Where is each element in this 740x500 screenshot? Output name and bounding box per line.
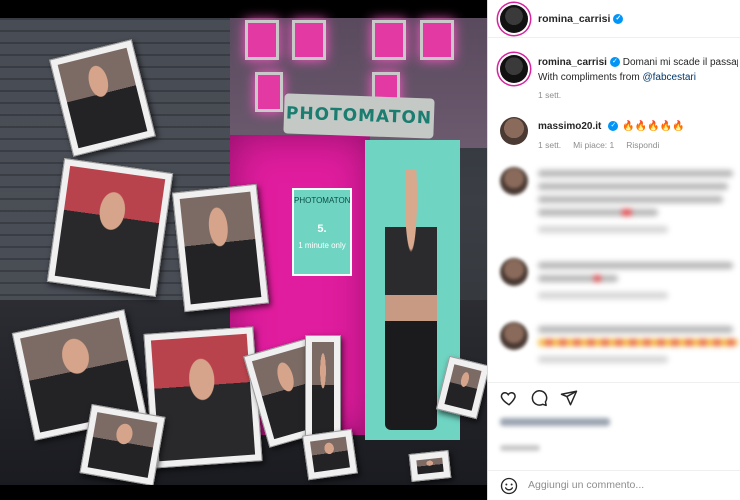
post-caption: romina_carrisi ✓ Domani mi scade il passa… [538,55,738,85]
verified-badge-icon: ✓ [608,121,619,132]
comment-reply-button[interactable]: Rispondi [626,140,659,150]
add-comment-input[interactable] [528,479,733,491]
caption-text-line1: Domani mi scade il passap [622,57,738,68]
emoji-icon[interactable] [500,477,518,495]
blurred-likes-count[interactable] [500,418,610,426]
photo-strip-print [302,428,358,481]
comment-meta: 1 sett. Mi piace: 1 Rispondi [538,140,671,150]
comment-likes-link[interactable]: Mi piace: 1 [573,140,614,150]
blurred-comment [538,170,738,239]
pink-window [255,72,283,112]
pink-window [420,20,454,60]
woman-figure [385,170,437,430]
commenter-avatar[interactable] [500,322,528,350]
photo-strip-print [171,183,270,313]
verified-badge-icon: ✓ [613,14,624,25]
commenter-avatar[interactable] [500,167,528,195]
post-header: romina_carrisi ✓ [488,0,740,38]
caption-mention-link[interactable]: @fabcestari [642,72,696,83]
blurred-post-date[interactable] [500,445,540,451]
image-letterbox-top [0,0,487,18]
comment-timestamp[interactable]: 1 sett. [538,140,561,150]
post-image[interactable]: PHOTOMATON PHOTOMATON 5. 1 minute only [0,0,487,500]
booth-price-card: PHOTOMATON 5. 1 minute only [292,188,352,276]
commenter-avatar[interactable] [500,258,528,286]
post-actions-bar [488,382,740,412]
pink-window [372,20,406,60]
image-letterbox-bottom [0,485,487,500]
author-avatar[interactable] [500,5,528,33]
photo-strip-print [408,449,452,483]
pink-window [292,20,326,60]
booth-card-price: 5. [317,223,327,235]
verified-badge-icon: ✓ [609,57,620,68]
booth-sign: PHOTOMATON [283,93,435,139]
booth-card-duration: 1 minute only [298,241,346,250]
author-username[interactable]: romina_carrisi [538,13,610,25]
comment-text: 🔥🔥🔥🔥🔥 [622,121,685,132]
caption-text-line2: With compliments from [538,72,643,83]
caption-author-avatar[interactable] [500,55,528,83]
commenter-avatar[interactable] [500,117,528,145]
booth-card-title: PHOTOMATON [294,196,351,205]
comment-icon[interactable] [530,389,548,407]
photo-strip-print [143,326,263,469]
photo-strip-print [79,404,166,486]
pink-window [245,20,279,60]
caption-username-link[interactable]: romina_carrisi [538,57,607,68]
heart-icon[interactable] [500,389,518,407]
send-icon[interactable] [560,389,578,407]
post-side-panel: romina_carrisi ✓ romina_carrisi ✓ Domani m… [487,0,740,500]
caption-timestamp[interactable]: 1 sett. [538,90,561,100]
author-username-link[interactable]: romina_carrisi ✓ [538,13,624,25]
blurred-comment [538,326,738,369]
add-comment-bar [488,470,740,500]
commenter-username-link[interactable]: massimo20.it [538,121,601,132]
photo-strip-print [46,157,174,298]
comment-item: massimo20.it ✓ 🔥🔥🔥🔥🔥 [538,121,685,132]
photo-strip-print [305,335,341,445]
blurred-comment [538,262,738,305]
